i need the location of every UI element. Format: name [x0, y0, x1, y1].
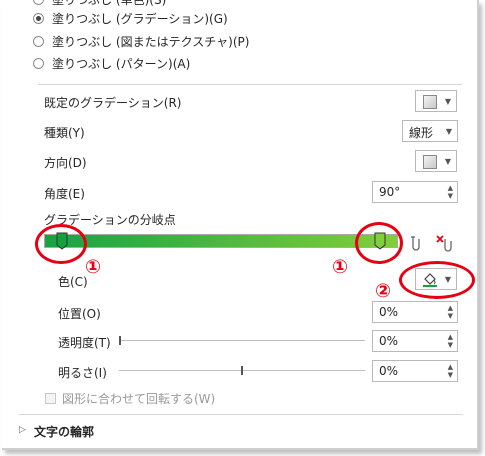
add-stop-button[interactable]	[405, 233, 427, 255]
spin-up-icon[interactable]: ▲	[448, 364, 453, 371]
fill-picture-radio[interactable]	[33, 36, 44, 47]
direction-label: 方向(D)	[44, 156, 87, 170]
fill-pattern-label: 塗りつぶし (パターン)(A)	[52, 57, 191, 71]
direction-dropdown[interactable]: ▼	[415, 150, 457, 172]
type-label: 種類(Y)	[44, 126, 85, 140]
gradient-swatch-icon	[423, 95, 437, 109]
brightness-value: 0%	[379, 364, 399, 378]
angle-label: 角度(E)	[44, 187, 85, 201]
spin-up-icon[interactable]: ▲	[448, 185, 453, 192]
spin-up-icon[interactable]: ▲	[448, 305, 453, 312]
spin-down-icon[interactable]: ▼	[448, 372, 453, 379]
direction-swatch-icon	[423, 155, 437, 169]
color-label: 色(C)	[58, 275, 88, 289]
position-label: 位置(O)	[58, 307, 101, 321]
brightness-label: 明るさ(I)	[58, 366, 107, 380]
annotation-marker-one: ①	[332, 256, 349, 278]
chevron-down-icon: ▼	[444, 157, 451, 166]
type-value: 線形	[409, 126, 434, 140]
type-select[interactable]: 線形 ▼	[402, 120, 458, 142]
preset-gradient-label: 既定のグラデーション(R)	[44, 96, 182, 110]
transparency-slider-track[interactable]	[119, 340, 365, 341]
brightness-slider-thumb[interactable]	[241, 366, 243, 375]
brightness-spinner[interactable]: 0% ▲ ▼	[372, 360, 458, 382]
fill-gradient-radio[interactable]	[33, 13, 44, 24]
position-spinner[interactable]: 0% ▲ ▼	[372, 301, 458, 323]
angle-spinner[interactable]: 90° ▲ ▼	[372, 181, 458, 203]
gradient-bar[interactable]	[44, 234, 398, 248]
remove-stop-icon	[436, 235, 452, 252]
spin-up-icon[interactable]: ▲	[448, 334, 453, 341]
fill-pattern-radio[interactable]	[33, 58, 44, 69]
fill-solid-label: 塗りつぶし (単色)(S)	[52, 0, 167, 7]
fill-picture-label: 塗りつぶし (図またはテクスチャ)(P)	[52, 35, 250, 49]
chevron-down-icon: ▼	[444, 97, 451, 106]
spin-down-icon[interactable]: ▼	[448, 193, 453, 200]
angle-value: 90°	[379, 185, 401, 199]
section-divider	[19, 414, 463, 415]
annotation-ellipse-color	[399, 261, 475, 299]
rotate-with-shape-label: 図形に合わせて回転する(W)	[62, 392, 216, 406]
transparency-value: 0%	[379, 334, 399, 348]
annotation-ellipse-right-stop	[355, 222, 403, 264]
remove-stop-button[interactable]	[434, 233, 456, 255]
fill-gradient-label: 塗りつぶし (グラデーション)(G)	[52, 12, 228, 26]
spin-down-icon[interactable]: ▼	[448, 342, 453, 349]
text-outline-label[interactable]: 文字の輪郭	[34, 423, 94, 440]
section-divider	[38, 84, 462, 85]
transparency-slider-thumb[interactable]	[119, 336, 121, 345]
rotate-with-shape-checkbox[interactable]	[45, 393, 56, 404]
spin-down-icon[interactable]: ▼	[448, 313, 453, 320]
annotation-marker-one: ①	[85, 256, 102, 278]
position-value: 0%	[379, 305, 399, 319]
annotation-marker-two: ②	[375, 280, 392, 302]
transparency-label: 透明度(T)	[58, 336, 111, 350]
triangle-right-icon[interactable]: ▷	[19, 425, 26, 435]
annotation-ellipse-left-stop	[35, 224, 87, 264]
add-stop-icon	[411, 236, 420, 251]
fill-solid-radio[interactable]	[33, 0, 44, 5]
transparency-spinner[interactable]: 0% ▲ ▼	[372, 330, 458, 352]
chevron-down-icon: ▼	[445, 127, 452, 136]
format-pane: 塗りつぶし (単色)(S) 塗りつぶし (グラデーション)(G) 塗りつぶし (…	[2, 0, 479, 450]
preset-gradient-dropdown[interactable]: ▼	[415, 90, 457, 112]
